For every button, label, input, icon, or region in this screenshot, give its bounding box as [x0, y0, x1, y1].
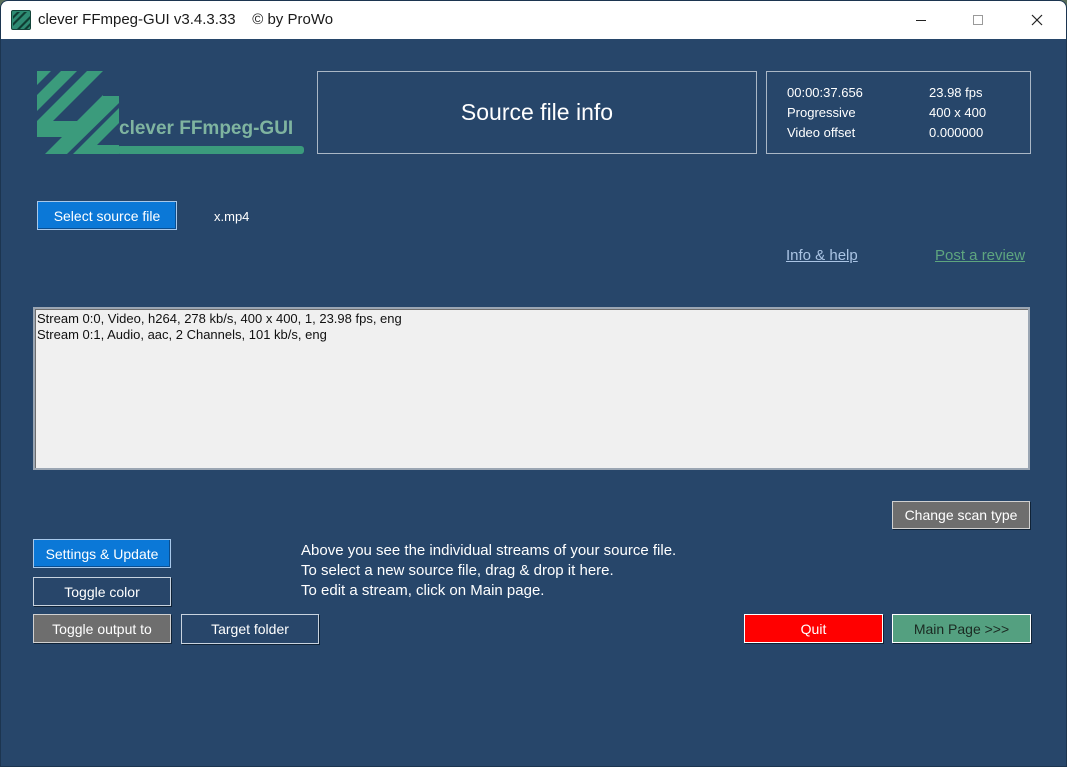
list-item[interactable]: Stream 0:0, Video, h264, 278 kb/s, 400 x… [37, 311, 1026, 327]
toggle-output-button[interactable]: Toggle output to [33, 614, 171, 643]
quit-button[interactable]: Quit [744, 614, 883, 643]
video-offset-value: 0.000000 [929, 125, 984, 140]
hint-line: To edit a stream, click on Main page. [301, 582, 545, 599]
app-window: clever FFmpeg-GUI v3.4.3.33 © by ProWo c… [0, 0, 1067, 767]
main-page-button[interactable]: Main Page >>> [892, 614, 1031, 643]
toggle-color-button[interactable]: Toggle color [33, 577, 171, 606]
minimize-icon[interactable] [898, 1, 944, 39]
window-title: clever FFmpeg-GUI v3.4.3.33 © by ProWo [38, 11, 334, 28]
hint-line: Above you see the individual streams of … [301, 542, 677, 559]
fps-value: 23.98 fps [929, 85, 983, 100]
change-scan-type-button[interactable]: Change scan type [892, 501, 1030, 529]
title-bar[interactable]: clever FFmpeg-GUI v3.4.3.33 © by ProWo [1, 1, 1066, 39]
settings-update-button[interactable]: Settings & Update [33, 539, 171, 568]
logo-underline [117, 146, 304, 154]
page-title: Source file info [317, 71, 757, 154]
file-info-panel: 00:00:37.656 23.98 fps Progressive 400 x… [766, 71, 1031, 154]
video-offset-label: Video offset [787, 125, 856, 140]
info-help-link[interactable]: Info & help [786, 247, 858, 264]
scan-type-value: Progressive [787, 105, 856, 120]
drag-drop-hint: Above you see the individual streams of … [301, 541, 676, 601]
target-folder-button[interactable]: Target folder [181, 614, 319, 644]
duration-value: 00:00:37.656 [787, 85, 863, 100]
logo-text: clever FFmpeg-GUI [119, 118, 294, 139]
list-item[interactable]: Stream 0:1, Audio, aac, 2 Channels, 101 … [37, 327, 1026, 343]
maximize-icon[interactable] [955, 1, 1001, 39]
ffmpeg-logo-icon [37, 71, 119, 154]
close-icon[interactable] [1014, 1, 1060, 39]
resolution-value: 400 x 400 [929, 105, 987, 120]
post-review-link[interactable]: Post a review [935, 247, 1025, 264]
source-filename: x.mp4 [214, 209, 250, 224]
stream-list[interactable]: Stream 0:0, Video, h264, 278 kb/s, 400 x… [33, 307, 1030, 470]
app-icon [11, 10, 31, 30]
select-source-file-button[interactable]: Select source file [37, 201, 177, 230]
hint-line: To select a new source file, drag & drop… [301, 562, 614, 579]
